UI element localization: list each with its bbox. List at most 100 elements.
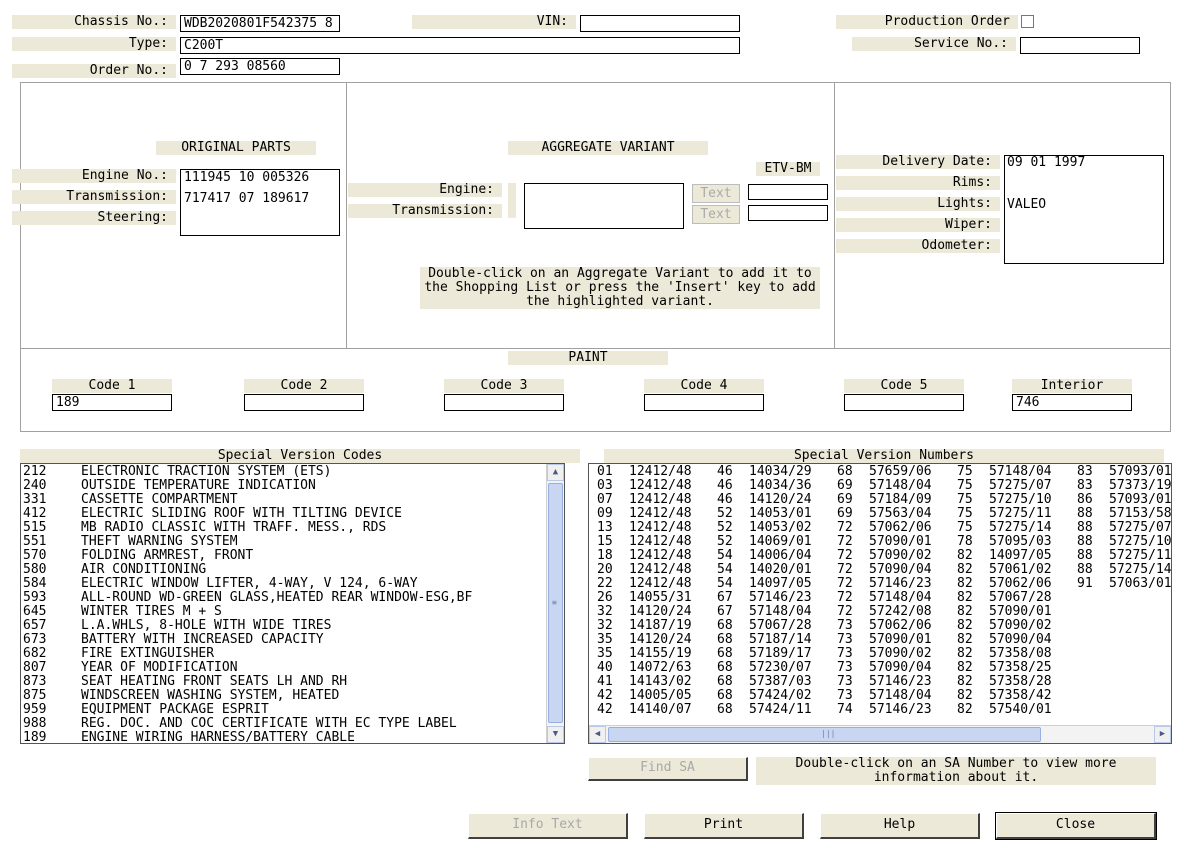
sa-group[interactable]: 83	[1077, 465, 1093, 479]
sa-group[interactable]: 75	[957, 465, 973, 479]
list-item[interactable]: 875 WINDSCREEN WASHING SYSTEM, HEATED	[21, 689, 546, 703]
list-item[interactable]: 682 FIRE EXTINGUISHER	[21, 647, 546, 661]
sa-number[interactable]: 12412/48	[629, 493, 692, 507]
sa-number[interactable]: 14097/05	[989, 549, 1052, 563]
list-item[interactable]: 959 EQUIPMENT PACKAGE ESPRIT	[21, 703, 546, 717]
sa-group[interactable]: 73	[837, 647, 853, 661]
scroll-down-arrow-icon[interactable]: ▼	[547, 726, 564, 743]
sa-number[interactable]: 57275/14	[1109, 563, 1171, 577]
sa-group[interactable]: 32	[597, 619, 613, 633]
paint-code-1-field[interactable]: 189	[52, 394, 172, 411]
sa-group[interactable]: 20	[597, 563, 613, 577]
sa-group[interactable]: 35	[597, 633, 613, 647]
sa-group[interactable]: 72	[837, 605, 853, 619]
type-field[interactable]: C200T	[180, 37, 740, 54]
original-parts-box[interactable]: 111945 10 005326 717417 07 189617	[180, 169, 340, 236]
sa-number[interactable]: 57153/58	[1109, 507, 1171, 521]
sa-number[interactable]: 57358/08	[989, 647, 1052, 661]
sa-number[interactable]: 57146/23	[749, 591, 812, 605]
sa-number[interactable]: 57090/02	[869, 647, 932, 661]
sa-group[interactable]: 82	[957, 647, 973, 661]
sa-number[interactable]: 57148/04	[749, 605, 812, 619]
sa-group[interactable]: 75	[957, 493, 973, 507]
sa-group[interactable]: 82	[957, 675, 973, 689]
sa-number[interactable]: 57189/17	[749, 647, 812, 661]
sa-number[interactable]: 14020/01	[749, 563, 812, 577]
aggregate-variant-list[interactable]	[524, 183, 684, 229]
vin-field[interactable]	[580, 15, 740, 32]
sa-number[interactable]: 14120/24	[629, 605, 692, 619]
sa-number[interactable]: 57090/04	[989, 633, 1052, 647]
sa-number[interactable]: 14069/01	[749, 535, 812, 549]
sa-number[interactable]: 57358/25	[989, 661, 1052, 675]
sa-number[interactable]: 14143/02	[629, 675, 692, 689]
list-item[interactable]: 189 ENGINE WIRING HARNESS/BATTERY CABLE	[21, 731, 546, 744]
sa-group[interactable]: 75	[957, 479, 973, 493]
sa-group[interactable]: 68	[717, 661, 733, 675]
sa-group[interactable]: 73	[837, 633, 853, 647]
sa-number[interactable]: 57067/28	[749, 619, 812, 633]
sa-group[interactable]: 88	[1077, 507, 1093, 521]
sa-group[interactable]: 54	[717, 563, 733, 577]
sa-group[interactable]: 46	[717, 479, 733, 493]
etv-transmission-field[interactable]	[748, 205, 828, 221]
sa-number[interactable]: 57090/01	[869, 633, 932, 647]
sa-number[interactable]: 12412/48	[629, 535, 692, 549]
list-item[interactable]: 551 THEFT WARNING SYSTEM	[21, 535, 546, 549]
sa-number[interactable]: 57062/06	[869, 619, 932, 633]
sa-group[interactable]: 73	[837, 689, 853, 703]
sa-group[interactable]: 86	[1077, 493, 1093, 507]
scroll-right-arrow-icon[interactable]: ▶	[1154, 726, 1171, 743]
sa-number[interactable]: 57275/11	[1109, 549, 1171, 563]
numbers-horizontal-scrollbar[interactable]: ◀ ||| ▶	[589, 725, 1171, 743]
sa-group[interactable]: 68	[837, 465, 853, 479]
sa-number[interactable]: 14097/05	[749, 577, 812, 591]
sa-group[interactable]: 69	[837, 507, 853, 521]
sa-group[interactable]: 32	[597, 605, 613, 619]
list-item[interactable]: 331 CASSETTE COMPARTMENT	[21, 493, 546, 507]
sa-number[interactable]: 57187/14	[749, 633, 812, 647]
sa-group[interactable]: 68	[717, 675, 733, 689]
sa-group[interactable]: 91	[1077, 577, 1093, 591]
sa-group[interactable]: 67	[717, 605, 733, 619]
sa-number[interactable]: 57093/01	[1109, 465, 1171, 479]
list-item[interactable]: 515 MB RADIO CLASSIC WITH TRAFF. MESS., R…	[21, 521, 546, 535]
sa-group[interactable]: 52	[717, 535, 733, 549]
sa-number[interactable]: 57095/03	[989, 535, 1052, 549]
sa-group[interactable]: 82	[957, 549, 973, 563]
sa-group[interactable]: 42	[597, 689, 613, 703]
sa-number[interactable]: 14120/24	[629, 633, 692, 647]
list-item[interactable]: 807 YEAR OF MODIFICATION	[21, 661, 546, 675]
sa-group[interactable]: 69	[837, 493, 853, 507]
sa-number[interactable]: 57061/02	[989, 563, 1052, 577]
interior-field[interactable]: 746	[1012, 394, 1132, 411]
sa-number[interactable]: 57090/01	[869, 535, 932, 549]
sa-group[interactable]: 75	[957, 507, 973, 521]
sa-number[interactable]: 12412/48	[629, 479, 692, 493]
sa-number[interactable]: 14140/07	[629, 703, 692, 717]
list-item[interactable]: 988 REG. DOC. AND COC CERTIFICATE WITH EC…	[21, 717, 546, 731]
sa-number[interactable]: 14006/04	[749, 549, 812, 563]
sa-group[interactable]: 72	[837, 591, 853, 605]
sa-number[interactable]: 14187/19	[629, 619, 692, 633]
sa-group[interactable]: 09	[597, 507, 613, 521]
special-version-codes-list[interactable]: 212 ELECTRONIC TRACTION SYSTEM (ETS) 240 OU…	[20, 463, 565, 744]
sa-group[interactable]: 52	[717, 521, 733, 535]
sa-group[interactable]: 07	[597, 493, 613, 507]
sa-number[interactable]: 14055/31	[629, 591, 692, 605]
sa-number[interactable]: 12412/48	[629, 577, 692, 591]
paint-code-3-field[interactable]	[444, 394, 564, 411]
sa-group[interactable]: 54	[717, 549, 733, 563]
sa-group[interactable]: 46	[717, 465, 733, 479]
sa-number[interactable]: 14120/24	[749, 493, 812, 507]
list-item[interactable]: 873 SEAT HEATING FRONT SEATS LH AND RH	[21, 675, 546, 689]
sa-number[interactable]: 12412/48	[629, 549, 692, 563]
paint-code-5-field[interactable]	[844, 394, 964, 411]
sa-group[interactable]: 83	[1077, 479, 1093, 493]
sa-group[interactable]: 41	[597, 675, 613, 689]
sa-number[interactable]: 14053/01	[749, 507, 812, 521]
list-item[interactable]: 673 BATTERY WITH INCREASED CAPACITY	[21, 633, 546, 647]
codes-scroll-thumb[interactable]: ≡	[548, 483, 563, 723]
help-button[interactable]: Help	[820, 813, 980, 839]
sa-group[interactable]: 03	[597, 479, 613, 493]
